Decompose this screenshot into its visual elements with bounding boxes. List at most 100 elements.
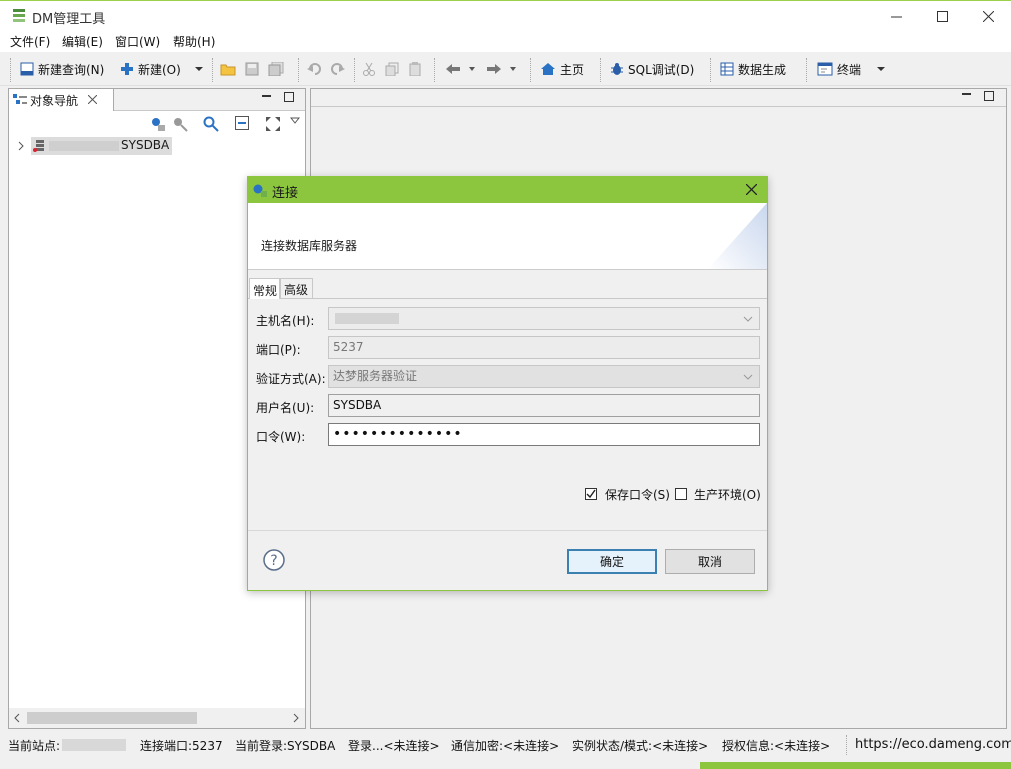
status-instance: 实例状态/模式:<未连接> [572, 739, 709, 753]
svg-text:?: ? [270, 553, 277, 569]
status-url[interactable]: https://eco.dameng.com [855, 737, 1011, 752]
redo-button[interactable] [330, 59, 350, 79]
status-site: 当前站点: [8, 739, 61, 753]
data-gen-button[interactable]: 数据生成 [720, 59, 786, 79]
password-input[interactable]: •••••••••••••• [328, 423, 760, 446]
minimize-view-icon[interactable] [261, 93, 272, 101]
sql-debug-label: SQL调试(D) [628, 62, 695, 77]
auth-select[interactable]: 达梦服务器验证 [328, 365, 760, 388]
disconnect-icon[interactable] [172, 116, 188, 132]
host-label: 主机名(H): [256, 314, 315, 328]
new-button[interactable]: 新建(O) [120, 59, 181, 79]
tab-general-label: 常规 [253, 284, 278, 298]
database-server-icon [33, 140, 44, 152]
scroll-left-icon[interactable] [14, 713, 20, 723]
scroll-right-icon[interactable] [293, 713, 299, 723]
menu-file[interactable]: 文件(F) [10, 33, 50, 50]
menu-help[interactable]: 帮助(H) [173, 33, 215, 50]
menu-edit[interactable]: 编辑(E) [62, 33, 103, 50]
port-input[interactable]: 5237 [328, 336, 760, 359]
form-area: 主机名(H): 端口(P): 5237 验证方式(A): 达梦服务器验证 用户名… [248, 299, 767, 531]
new-dropdown-button[interactable] [194, 59, 208, 79]
copy-button[interactable] [385, 59, 403, 79]
redacted-site [62, 739, 126, 751]
user-label: 用户名(U): [256, 401, 315, 415]
view-menu-icon[interactable] [290, 117, 300, 125]
close-icon [982, 10, 994, 22]
connect-dialog: 连接 连接数据库服务器 常规 高级 主机名(H): 端口(P): 5237 验证… [247, 176, 768, 591]
save-password-label: 保存口令(S) [605, 488, 670, 502]
close-button[interactable] [965, 1, 1011, 31]
tab-advanced[interactable]: 高级 [280, 278, 313, 298]
home-button[interactable]: 主页 [540, 59, 584, 79]
back-dropdown-button[interactable] [468, 59, 480, 79]
host-select[interactable] [328, 307, 760, 330]
back-button[interactable] [445, 59, 465, 79]
expand-icon[interactable] [265, 116, 281, 132]
maximize-view-icon[interactable] [284, 92, 294, 102]
new-query-label: 新建查询(N) [38, 62, 105, 77]
port-label: 端口(P): [256, 343, 301, 357]
chevron-right-icon[interactable] [17, 141, 25, 151]
chevron-down-icon [469, 67, 475, 71]
terminal-label: 终端 [837, 62, 862, 77]
editor-tab-bar [311, 89, 1006, 107]
toolbar-separator [710, 58, 712, 82]
sql-debug-button[interactable]: SQL调试(D) [610, 59, 694, 79]
undo-button[interactable] [306, 59, 326, 79]
maximize-button[interactable] [919, 1, 965, 31]
production-env-label: 生产环境(O) [694, 488, 761, 502]
status-encryption: 通信加密:<未连接> [451, 739, 560, 753]
new-query-button[interactable]: 新建查询(N) [20, 59, 104, 79]
close-icon[interactable] [746, 184, 757, 195]
forward-button[interactable] [486, 59, 506, 79]
navigator-icon [13, 94, 27, 104]
terminal-dropdown-button[interactable] [876, 59, 890, 79]
toolbar-separator [806, 58, 808, 82]
save-password-checkbox[interactable] [585, 488, 597, 500]
close-tab-icon[interactable] [88, 95, 97, 104]
help-icon[interactable]: ? [263, 549, 285, 571]
menu-bar: 文件(F) 编辑(E) 窗口(W) 帮助(H) [0, 30, 1011, 52]
collapse-all-icon[interactable] [235, 116, 249, 130]
bug-icon [611, 63, 623, 75]
maximize-icon [936, 10, 948, 22]
username-input[interactable]: SYSDBA [328, 394, 760, 417]
copy-icon [385, 62, 399, 76]
redacted-host [49, 141, 119, 151]
chevron-down-icon [510, 67, 516, 71]
password-label: 口令(W): [256, 430, 306, 444]
production-env-checkbox[interactable] [675, 488, 687, 500]
tab-general[interactable]: 常规 [249, 278, 280, 299]
title-bar: DM管理工具 [0, 0, 1011, 30]
tree-item-server[interactable]: SYSDBA [31, 137, 172, 155]
toolbar-separator [600, 58, 602, 82]
home-label: 主页 [560, 62, 585, 77]
chevron-down-icon [743, 374, 753, 380]
minimize-button[interactable] [873, 1, 919, 31]
connect-icon[interactable] [150, 116, 166, 132]
maximize-view-icon[interactable] [984, 91, 994, 101]
cut-button[interactable] [362, 59, 380, 79]
minimize-view-icon[interactable] [961, 91, 972, 99]
open-button[interactable] [220, 59, 240, 79]
chevron-down-icon [877, 67, 885, 71]
ok-button[interactable]: 确定 [567, 549, 657, 574]
paste-button[interactable] [408, 59, 426, 79]
tab-object-navigator[interactable]: 对象导航 [9, 89, 114, 111]
status-port: 连接端口:5237 [140, 739, 223, 753]
search-icon[interactable] [203, 116, 219, 132]
terminal-button[interactable]: 终端 [817, 59, 861, 79]
forward-dropdown-button[interactable] [509, 59, 521, 79]
status-logon: 登录...<未连接> [348, 739, 440, 753]
dialog-header: 连接数据库服务器 [248, 203, 767, 270]
cancel-button[interactable]: 取消 [665, 549, 755, 574]
toolbar-separator [434, 58, 436, 82]
horizontal-scrollbar[interactable] [9, 708, 305, 728]
save-all-button[interactable] [268, 59, 288, 79]
save-button[interactable] [245, 59, 263, 79]
status-bar: 当前站点: 连接端口:5237 当前登录:SYSDBA 登录...<未连接> 通… [0, 731, 1011, 769]
scrollbar-thumb[interactable] [27, 712, 197, 724]
menu-window[interactable]: 窗口(W) [115, 33, 160, 50]
paste-icon [409, 62, 421, 76]
